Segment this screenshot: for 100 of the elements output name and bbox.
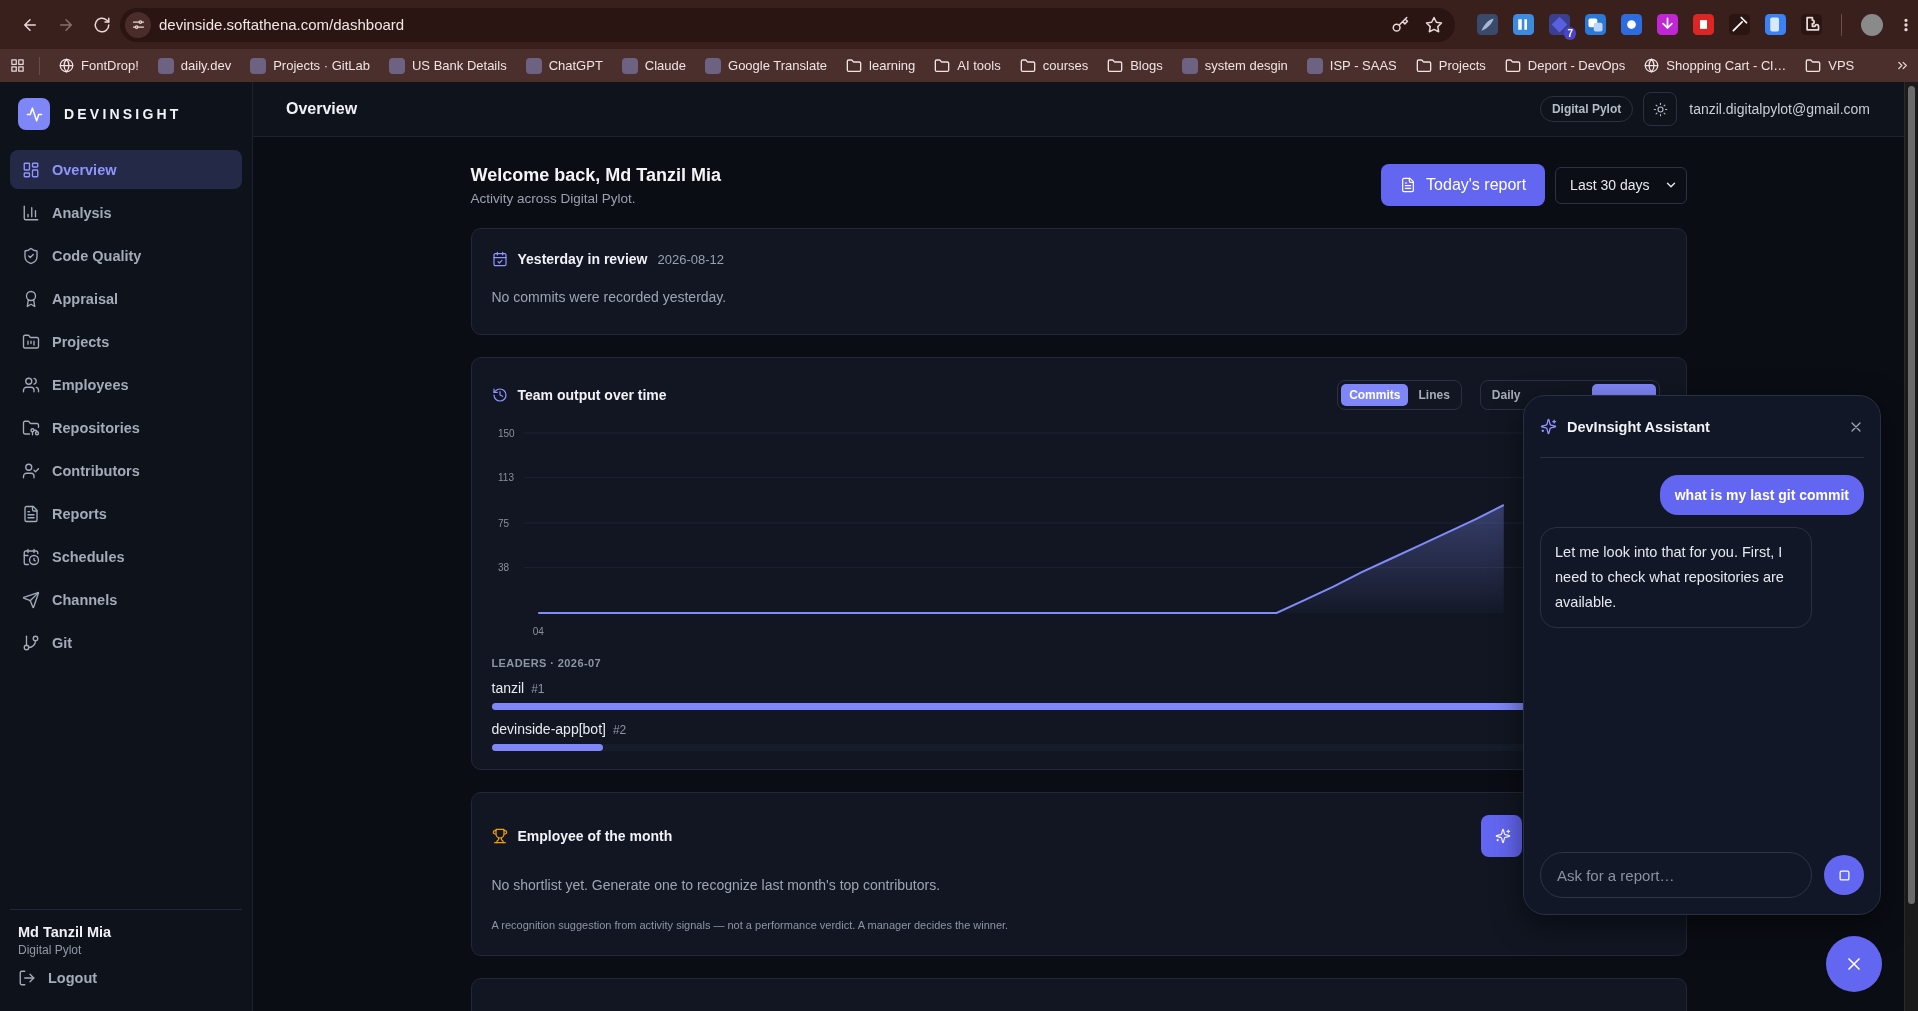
site-icon bbox=[1181, 57, 1198, 74]
action-button[interactable] bbox=[1480, 815, 1522, 857]
axis-label: 113 bbox=[497, 471, 514, 483]
welcome-title: Welcome back, Md Tanzil Mia bbox=[470, 164, 722, 186]
puzzle-icon[interactable] bbox=[1801, 14, 1822, 35]
users-icon bbox=[22, 375, 40, 394]
tune-icon[interactable] bbox=[130, 17, 146, 32]
folder-icon bbox=[846, 57, 863, 74]
card-title: Employee of the month bbox=[517, 828, 673, 844]
metric-tab[interactable]: Lines bbox=[1410, 384, 1458, 406]
review-date: 2026-08-12 bbox=[657, 251, 724, 267]
sparkles-icon bbox=[1494, 828, 1511, 844]
empty-message: No commits were recorded yesterday. bbox=[491, 289, 728, 305]
extension-icon[interactable] bbox=[1693, 14, 1714, 35]
site-icon bbox=[525, 57, 542, 74]
stop-icon bbox=[1836, 867, 1852, 883]
bookmark[interactable]: system desgin bbox=[1174, 52, 1295, 79]
nav-item[interactable]: Analysis bbox=[10, 193, 242, 232]
dashboard-icon bbox=[22, 160, 40, 179]
axis-label: 75 bbox=[497, 517, 509, 529]
nav-item[interactable]: Projects bbox=[10, 322, 242, 361]
calendar-icon bbox=[22, 547, 40, 566]
reload-icon[interactable] bbox=[93, 15, 111, 34]
nav-item[interactable]: Schedules bbox=[10, 537, 242, 576]
logout-button[interactable]: Logout bbox=[18, 969, 98, 987]
trophy-icon bbox=[491, 828, 508, 844]
nav-item[interactable]: Repositories bbox=[10, 408, 242, 447]
bookmark[interactable]: ChatGPT bbox=[518, 52, 610, 79]
nav-item[interactable]: Overview bbox=[10, 150, 242, 189]
bookmark[interactable]: Shopping Cart - Cl… bbox=[1637, 52, 1794, 79]
extension-icon[interactable] bbox=[1585, 14, 1606, 35]
site-icon bbox=[389, 57, 405, 74]
folder-icon bbox=[1415, 57, 1432, 74]
bookmark[interactable]: daily.dev bbox=[150, 52, 239, 79]
disclaimer-note: A recognition suggestion from activity signals — not a performance verdict. A manager decides the winner. bbox=[491, 919, 1010, 931]
avatar-icon[interactable] bbox=[1861, 13, 1883, 36]
nav-item[interactable]: Reports bbox=[10, 494, 242, 533]
calendar-check-icon bbox=[491, 251, 508, 267]
send-icon bbox=[22, 590, 40, 609]
card-title: Team output over time bbox=[517, 387, 668, 403]
site-icon bbox=[1306, 57, 1323, 74]
report-button[interactable]: Today's report bbox=[1381, 164, 1546, 206]
document-icon bbox=[22, 504, 40, 523]
nav-item[interactable]: Employees bbox=[10, 365, 242, 404]
nav-item[interactable]: Contributors bbox=[10, 451, 242, 490]
site-icon bbox=[705, 57, 722, 74]
extension-icon[interactable] bbox=[1477, 14, 1498, 35]
bookmark[interactable]: Claude bbox=[614, 52, 694, 79]
extension-icon[interactable] bbox=[1729, 14, 1750, 35]
folder-icon bbox=[1019, 57, 1036, 74]
extension-icon[interactable] bbox=[1621, 14, 1642, 35]
user-name: Md Tanzil Mia bbox=[18, 924, 113, 940]
bookmark[interactable]: AI tools bbox=[927, 52, 1008, 79]
site-icon bbox=[621, 57, 638, 74]
leader-rank: #2 bbox=[612, 723, 627, 737]
leader-name: tanzil bbox=[491, 680, 525, 696]
bookmark[interactable]: VPS bbox=[1798, 52, 1862, 79]
axis-label: 150 bbox=[497, 427, 515, 439]
bookmark[interactable]: Blogs bbox=[1100, 52, 1170, 79]
chat-input[interactable]: Ask for a report… bbox=[1540, 852, 1812, 898]
bookmark[interactable]: learning bbox=[839, 52, 923, 79]
nav-item[interactable]: Git bbox=[10, 623, 242, 662]
welcome-subtitle: Activity across Digital Pylot. bbox=[470, 190, 637, 206]
nav-item[interactable]: Channels bbox=[10, 580, 242, 619]
apps-icon[interactable] bbox=[10, 58, 25, 73]
logout-icon bbox=[18, 969, 36, 987]
card-title: Yesterday in review bbox=[517, 251, 648, 267]
brand-name: DEVINSIGHT bbox=[64, 106, 182, 122]
folder-icon bbox=[1805, 57, 1822, 74]
bookmark[interactable]: Projects bbox=[1408, 52, 1493, 79]
scrollbar-thumb[interactable] bbox=[1908, 86, 1915, 904]
extension-icon[interactable] bbox=[1765, 14, 1786, 35]
leaders-label: LEADERS · 2026-07 bbox=[491, 657, 602, 669]
folder-icon bbox=[22, 418, 40, 437]
star-icon[interactable] bbox=[1425, 15, 1443, 34]
assistant-title: DevInsight Assistant bbox=[1567, 418, 1711, 435]
history-icon bbox=[491, 387, 508, 403]
git-branch-icon bbox=[22, 633, 40, 652]
user-message: what is my last git commit bbox=[1659, 475, 1864, 515]
bookmark[interactable]: Google Translate bbox=[698, 52, 835, 79]
bookmark[interactable]: US Bank Details bbox=[382, 52, 514, 79]
bookmark[interactable]: ISP - SAAS bbox=[1299, 52, 1404, 79]
bookmark[interactable]: Deport - DevOps bbox=[1497, 52, 1633, 79]
folder-icon bbox=[1107, 57, 1124, 74]
nav-item[interactable]: Code Quality bbox=[10, 236, 242, 275]
theme-toggle-button[interactable] bbox=[1643, 92, 1678, 126]
extension-icon[interactable] bbox=[1657, 14, 1678, 35]
bookmark[interactable]: Projects · GitLab bbox=[243, 52, 377, 79]
bookmark[interactable]: FontDrop! bbox=[52, 52, 146, 79]
nav-item[interactable]: Appraisal bbox=[10, 279, 242, 318]
shield-icon bbox=[22, 246, 40, 265]
period-tab[interactable]: Daily bbox=[1483, 384, 1529, 406]
range-select[interactable]: Last 30 days bbox=[1555, 166, 1687, 204]
globe-icon bbox=[1644, 58, 1660, 73]
extension-icon[interactable] bbox=[1513, 14, 1534, 35]
pulse-icon bbox=[25, 105, 43, 123]
stop-button[interactable] bbox=[1824, 855, 1864, 895]
page-title: Overview bbox=[286, 100, 359, 118]
key-icon[interactable] bbox=[1391, 15, 1409, 34]
bookmark[interactable]: courses bbox=[1012, 52, 1096, 79]
